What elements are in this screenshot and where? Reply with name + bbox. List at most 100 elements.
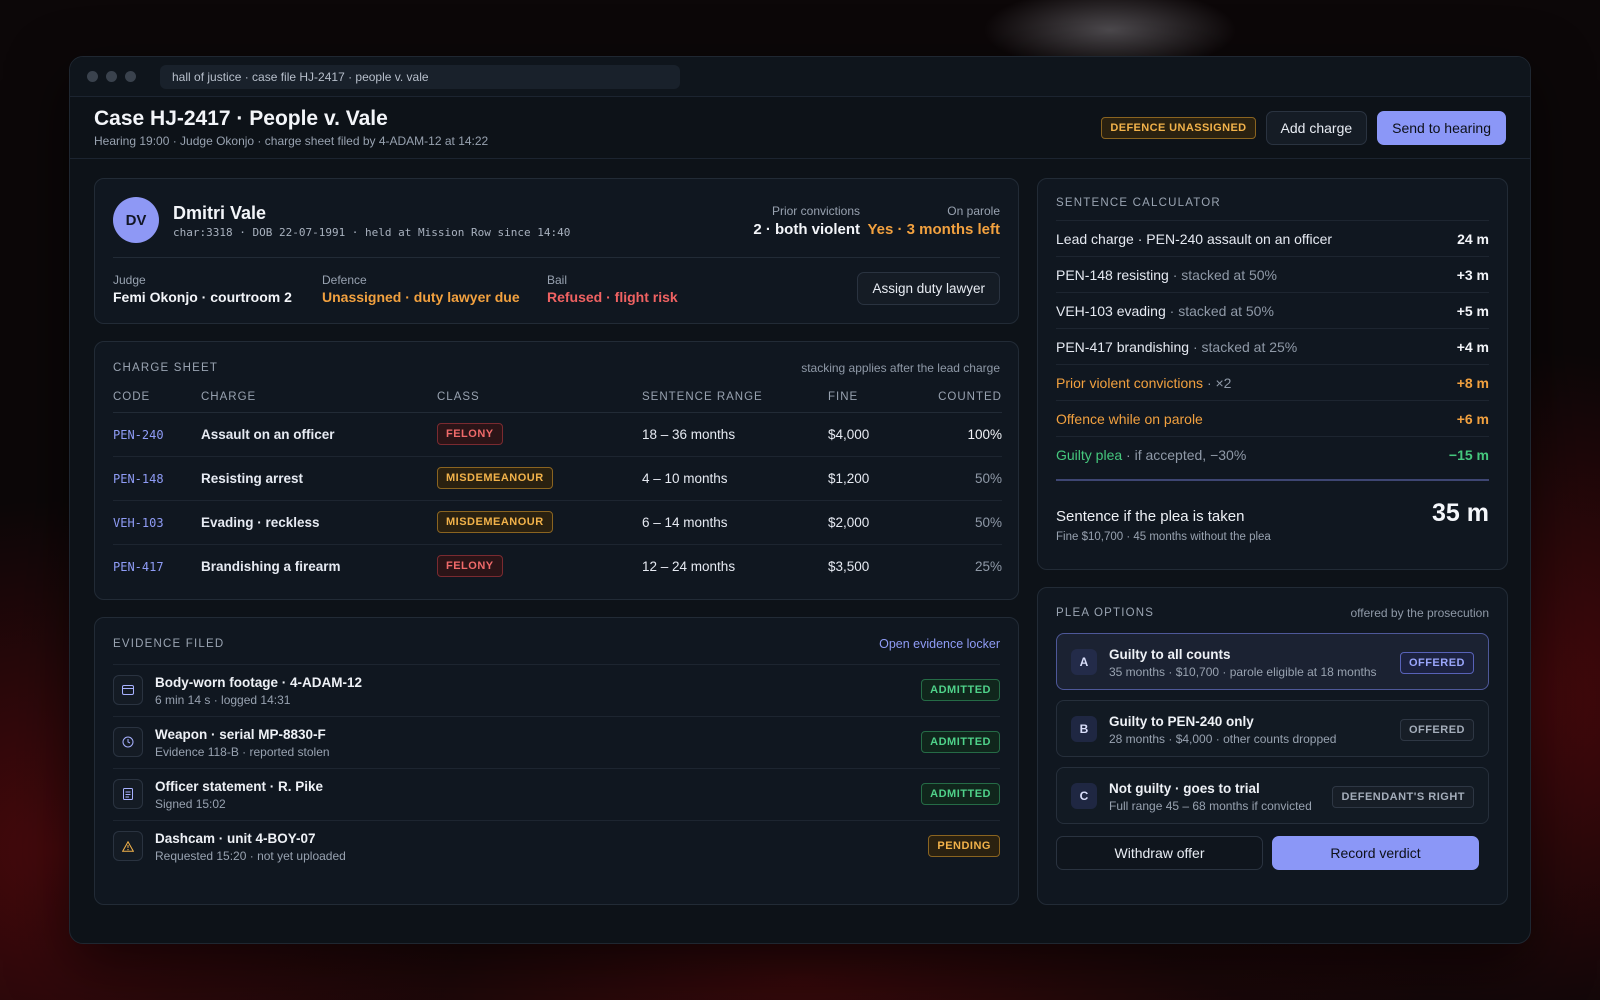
calc-label: Guilty plea bbox=[1056, 446, 1123, 463]
calc-note: · stacked at 50% bbox=[1165, 302, 1274, 319]
plea-option-subtitle: 35 months · $10,700 · parole eligible at… bbox=[1109, 665, 1377, 679]
column-header-charge[interactable]: CHARGE bbox=[201, 382, 437, 413]
add-charge-button[interactable]: Add charge bbox=[1265, 110, 1368, 145]
parole-value: Yes · 3 months left bbox=[867, 221, 1000, 238]
prior-convictions-label: Prior convictions bbox=[771, 204, 860, 218]
judge-label: Judge bbox=[113, 273, 146, 287]
table-row[interactable]: PEN-240 Assault on an officer FELONY 18 … bbox=[113, 412, 1002, 457]
plea-note: offered by the prosecution bbox=[1350, 606, 1489, 620]
defence-info: Defence Unassigned · duty lawyer due bbox=[322, 273, 520, 305]
calc-label: Prior violent convictions bbox=[1056, 374, 1204, 391]
plea-option-a[interactable]: A Guilty to all counts 35 months · $10,7… bbox=[1056, 633, 1489, 690]
bail-value: Refused · flight risk bbox=[547, 289, 678, 305]
total-label: Sentence if the plea is taken bbox=[1056, 508, 1245, 525]
video-icon bbox=[113, 675, 143, 705]
defendant-name: Dmitri Vale bbox=[173, 203, 267, 223]
page-header: Case HJ-2417 · People v. Vale Hearing 19… bbox=[70, 97, 1530, 159]
status-badge: PENDING bbox=[928, 835, 1000, 857]
plea-option-b[interactable]: B Guilty to PEN-240 only 28 months · $4,… bbox=[1056, 700, 1489, 757]
plea-letter: A bbox=[1071, 649, 1097, 675]
column-header-code[interactable]: CODE bbox=[113, 382, 201, 413]
table-row[interactable]: PEN-417 Brandishing a firearm FELONY 12 … bbox=[113, 544, 1002, 588]
avatar: DV bbox=[113, 197, 159, 243]
window-maximize-dot[interactable] bbox=[125, 71, 136, 82]
bail-label: Bail bbox=[547, 273, 568, 287]
calc-note: · if accepted, −30% bbox=[1122, 446, 1247, 463]
sentence-range: 4 – 10 months bbox=[642, 456, 828, 501]
calc-note: · stacked at 50% bbox=[1168, 266, 1277, 283]
title-bar: hall of justice · case file HJ-2417 · pe… bbox=[70, 57, 1530, 97]
calc-row-pen148: PEN-148 resisting · stacked at 50% +3 m bbox=[1056, 256, 1489, 292]
evidence-subtitle: 6 min 14 s · logged 14:31 bbox=[155, 693, 291, 707]
parole-label: On parole bbox=[947, 204, 1000, 218]
class-badge: FELONY bbox=[437, 423, 503, 445]
status-badge: ADMITTED bbox=[921, 679, 1000, 701]
record-verdict-button[interactable]: Record verdict bbox=[1272, 836, 1479, 870]
status-badge: ADMITTED bbox=[921, 783, 1000, 805]
calc-value: +5 m bbox=[1456, 302, 1489, 319]
calc-value: +6 m bbox=[1456, 410, 1489, 427]
evidence-subtitle: Signed 15:02 bbox=[155, 797, 226, 811]
calc-label: PEN-148 resisting bbox=[1056, 266, 1169, 283]
list-item[interactable]: Weapon · serial MP-8830-F Evidence 118-B… bbox=[113, 716, 1000, 768]
prior-convictions: Prior convictions 2 · both violent bbox=[753, 204, 860, 238]
class-badge: MISDEMEANOUR bbox=[437, 511, 553, 533]
withdraw-offer-button[interactable]: Withdraw offer bbox=[1056, 836, 1263, 870]
sentence-calculator-panel: SENTENCE CALCULATOR Lead charge · PEN-24… bbox=[1037, 178, 1508, 570]
stacking-note: stacking applies after the lead charge bbox=[801, 361, 1000, 375]
prior-convictions-value: 2 · both violent bbox=[753, 221, 860, 238]
window-close-dot[interactable] bbox=[87, 71, 98, 82]
calc-value: 24 m bbox=[1457, 230, 1489, 247]
plea-title: PLEA OPTIONS bbox=[1056, 607, 1155, 619]
table-header-row: CODE CHARGE CLASS SENTENCE RANGE FINE CO… bbox=[113, 382, 1002, 413]
column-header-class[interactable]: CLASS bbox=[437, 382, 642, 413]
charge-sheet-title: CHARGE SHEET bbox=[113, 362, 219, 374]
plea-option-title: Not guilty · goes to trial bbox=[1109, 781, 1260, 796]
send-to-hearing-button[interactable]: Send to hearing bbox=[1377, 110, 1506, 145]
plea-letter: C bbox=[1071, 783, 1097, 809]
evidence-title: Dashcam · unit 4-BOY-07 bbox=[155, 831, 316, 846]
counted-percent: 100% bbox=[928, 412, 1002, 457]
column-header-fine[interactable]: FINE bbox=[828, 382, 928, 413]
calc-row-veh103: VEH-103 evading · stacked at 50% +5 m bbox=[1056, 292, 1489, 328]
list-item[interactable]: Dashcam · unit 4-BOY-07 Requested 15:20 … bbox=[113, 820, 1000, 872]
charge-code[interactable]: PEN-417 bbox=[113, 560, 164, 574]
app-window: hall of justice · case file HJ-2417 · pe… bbox=[69, 56, 1531, 944]
list-item[interactable]: Officer statement · R. Pike Signed 15:02… bbox=[113, 768, 1000, 820]
charge-code[interactable]: PEN-240 bbox=[113, 428, 164, 442]
status-badge: DEFENDANT'S RIGHT bbox=[1332, 786, 1474, 808]
charge-code[interactable]: VEH-103 bbox=[113, 516, 164, 530]
charges-table: CODE CHARGE CLASS SENTENCE RANGE FINE CO… bbox=[113, 382, 1002, 588]
status-badge: OFFERED bbox=[1399, 719, 1474, 741]
open-evidence-locker-link[interactable]: Open evidence locker bbox=[879, 637, 1000, 651]
plea-letter: B bbox=[1071, 716, 1097, 742]
page-subtitle: Hearing 19:00 · Judge Okonjo · charge sh… bbox=[94, 134, 489, 148]
total-divider bbox=[1056, 479, 1489, 481]
table-row[interactable]: PEN-148 Resisting arrest MISDEMEANOUR 4 … bbox=[113, 456, 1002, 501]
document-icon bbox=[113, 779, 143, 809]
list-item[interactable]: Body-worn footage · 4-ADAM-12 6 min 14 s… bbox=[113, 664, 1000, 716]
plea-option-c[interactable]: C Not guilty · goes to trial Full range … bbox=[1056, 767, 1489, 824]
fine: $1,200 bbox=[828, 456, 928, 501]
column-header-counted[interactable]: COUNTED bbox=[928, 382, 1002, 413]
fine: $3,500 bbox=[828, 558, 870, 574]
calc-label: Lead charge · PEN-240 assault on an offi… bbox=[1056, 230, 1333, 247]
assign-duty-lawyer-button[interactable]: Assign duty lawyer bbox=[857, 272, 1000, 305]
address-bar[interactable]: hall of justice · case file HJ-2417 · pe… bbox=[160, 64, 680, 89]
charge-name: Assault on an officer bbox=[201, 412, 437, 457]
column-header-range[interactable]: SENTENCE RANGE bbox=[642, 382, 828, 413]
charge-code[interactable]: PEN-148 bbox=[113, 472, 164, 486]
calc-value: +3 m bbox=[1456, 266, 1489, 283]
calc-row-prior-convictions: Prior violent convictions · ×2 +8 m bbox=[1056, 364, 1489, 400]
window-minimize-dot[interactable] bbox=[106, 71, 117, 82]
table-row[interactable]: VEH-103 Evading · reckless MISDEMEANOUR … bbox=[113, 500, 1002, 545]
evidence-panel: EVIDENCE FILED Open evidence locker Body… bbox=[94, 617, 1019, 905]
sentence-range: 12 – 24 months bbox=[642, 558, 736, 574]
charge-name: Resisting arrest bbox=[201, 456, 437, 501]
calc-row-guilty-plea: Guilty plea · if accepted, −30% −15 m bbox=[1056, 436, 1489, 472]
defence-label: Defence bbox=[322, 273, 367, 287]
calc-note: · ×2 bbox=[1203, 374, 1232, 391]
bail-info: Bail Refused · flight risk bbox=[547, 273, 678, 305]
status-badge: ADMITTED bbox=[921, 731, 1000, 753]
counted-percent: 50% bbox=[928, 456, 1002, 501]
